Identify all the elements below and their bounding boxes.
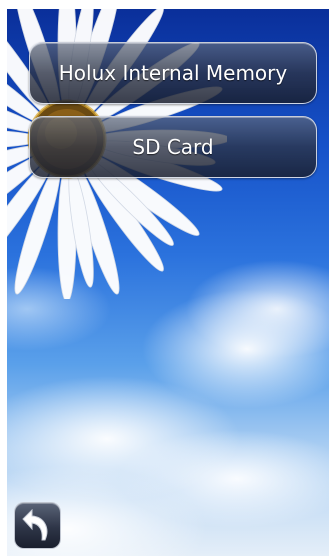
device-screen: Holux Internal Memory SD Card	[7, 9, 329, 556]
back-button[interactable]	[14, 502, 61, 549]
sd-card-button[interactable]: SD Card	[29, 116, 317, 178]
back-arrow-icon	[21, 508, 47, 540]
sd-card-label: SD Card	[132, 135, 214, 159]
internal-memory-label: Holux Internal Memory	[58, 61, 288, 85]
internal-memory-button[interactable]: Holux Internal Memory	[29, 42, 317, 104]
